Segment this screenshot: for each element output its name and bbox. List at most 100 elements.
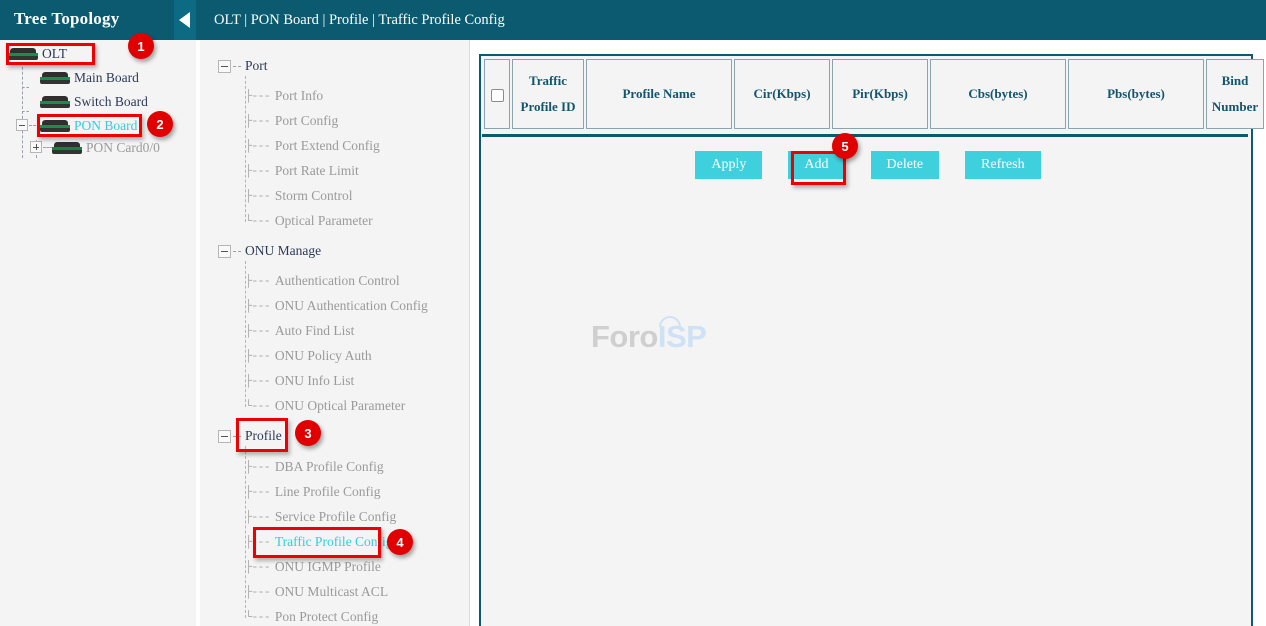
- top-breadcrumb-bar: OLT | PON Board | Profile | Traffic Prof…: [196, 0, 1266, 40]
- menu-item-bullet: ├---: [245, 164, 270, 178]
- menu-item-bullet: ├---: [245, 349, 270, 363]
- tree-expander-pon-card[interactable]: [30, 141, 42, 153]
- menu-item-optical-parameter[interactable]: └--- Optical Parameter: [245, 213, 373, 229]
- menu-item-label: Traffic Profile Config: [275, 534, 393, 550]
- menu-group-expander-icon[interactable]: [218, 430, 231, 443]
- menu-item-label: Port Config: [275, 113, 338, 129]
- traffic-profile-panel: Traffic Profile ID Profile Name Cir(Kbps…: [479, 54, 1253, 626]
- menu-item-line-profile-config[interactable]: ├--- Line Profile Config: [245, 484, 381, 500]
- tree-node-pon-board[interactable]: PON Board: [40, 115, 137, 137]
- menu-item-bullet: ├---: [245, 89, 270, 103]
- menu-group-expander-icon[interactable]: [218, 245, 231, 258]
- menu-item-label: Port Info: [275, 88, 323, 104]
- menu-item-port-extend-config[interactable]: ├--- Port Extend Config: [245, 138, 380, 154]
- menu-item-label: DBA Profile Config: [275, 459, 384, 475]
- sidebar-collapse-button[interactable]: [174, 0, 196, 40]
- menu-group-onu-manage[interactable]: ONU Manage: [218, 243, 321, 259]
- menu-item-traffic-profile-config[interactable]: ├--- Traffic Profile Config: [245, 534, 393, 550]
- menu-item-bullet: ├---: [245, 299, 270, 313]
- select-all-checkbox[interactable]: [491, 89, 504, 102]
- menu-group-dash: [233, 436, 241, 437]
- tree-node-main-board[interactable]: Main Board: [40, 67, 139, 89]
- tree-node-olt[interactable]: OLT: [8, 43, 67, 65]
- tree-node-pon-card[interactable]: PON Card0/0: [52, 137, 160, 159]
- main-content-area: Traffic Profile ID Profile Name Cir(Kbps…: [471, 40, 1266, 626]
- menu-item-label: ONU Optical Parameter: [275, 398, 405, 414]
- tree-topology-header: Tree Topology: [0, 0, 196, 40]
- delete-button[interactable]: Delete: [871, 151, 940, 179]
- menu-item-port-info[interactable]: ├--- Port Info: [245, 88, 323, 104]
- menu-item-port-rate-limit[interactable]: ├--- Port Rate Limit: [245, 163, 359, 179]
- caret-left-icon: [179, 12, 190, 28]
- apply-button[interactable]: Apply: [695, 151, 762, 179]
- table-header-cir: Cir(Kbps): [734, 59, 830, 129]
- table-header-checkbox-cell: [484, 59, 510, 129]
- menu-item-bullet: ├---: [245, 139, 270, 153]
- menu-item-onu-optical-parameter[interactable]: └--- ONU Optical Parameter: [245, 398, 405, 414]
- tree-expander-pon-board[interactable]: [16, 119, 28, 131]
- panel-inner: Traffic Profile ID Profile Name Cir(Kbps…: [481, 56, 1251, 626]
- watermark-text-isp: ISP: [658, 319, 706, 354]
- menu-item-onu-igmp-profile[interactable]: ├--- ONU IGMP Profile: [245, 559, 381, 575]
- menu-item-bullet: ├---: [245, 585, 270, 599]
- menu-item-service-profile-config[interactable]: ├--- Service Profile Config: [245, 509, 396, 525]
- menu-item-label: Storm Control: [275, 188, 353, 204]
- step-badge-2: 2: [147, 111, 173, 137]
- step-badge-4: 4: [387, 529, 413, 555]
- menu-item-bullet: ├---: [245, 510, 270, 524]
- tree-dash: [22, 111, 29, 112]
- menu-item-bullet: ├---: [245, 535, 270, 549]
- menu-group-label: Port: [245, 58, 268, 74]
- tree-topology-title: Tree Topology: [14, 9, 119, 29]
- action-button-row: Apply Add Delete Refresh: [481, 151, 1255, 179]
- refresh-button[interactable]: Refresh: [965, 151, 1041, 179]
- tree-topology-sidebar: Tree Topology OLT Main Boa: [0, 0, 196, 626]
- menu-group-dash: [233, 66, 241, 67]
- menu-item-bullet: └---: [245, 610, 270, 624]
- menu-item-onu-authentication-config[interactable]: ├--- ONU Authentication Config: [245, 298, 428, 314]
- menu-group-profile[interactable]: Profile: [218, 428, 282, 444]
- breadcrumb: OLT | PON Board | Profile | Traffic Prof…: [214, 12, 505, 29]
- menu-item-onu-info-list[interactable]: ├--- ONU Info List: [245, 373, 354, 389]
- device-olt-icon: [8, 48, 38, 61]
- menu-item-label: ONU Info List: [275, 373, 355, 389]
- menu-item-auto-find-list[interactable]: ├--- Auto Find List: [245, 323, 354, 339]
- menu-item-bullet: ├---: [245, 189, 270, 203]
- application-window: Tree Topology OLT Main Boa: [0, 0, 1266, 626]
- menu-item-authentication-control[interactable]: ├--- Authentication Control: [245, 273, 400, 289]
- table-header-bind-number: Bind Number: [1206, 59, 1264, 129]
- wifi-arc-icon: [659, 316, 681, 327]
- menu-item-dba-profile-config[interactable]: ├--- DBA Profile Config: [245, 459, 384, 475]
- menu-item-bullet: └---: [245, 399, 270, 413]
- menu-item-onu-policy-auth[interactable]: ├--- ONU Policy Auth: [245, 348, 372, 364]
- menu-item-onu-multicast-acl[interactable]: ├--- ONU Multicast ACL: [245, 584, 388, 600]
- menu-item-bullet: ├---: [245, 560, 270, 574]
- traffic-profile-table: Traffic Profile ID Profile Name Cir(Kbps…: [482, 57, 1266, 131]
- tree-node-switch-board[interactable]: Switch Board: [40, 91, 148, 113]
- step-badge-3: 3: [295, 420, 321, 446]
- device-card-icon: [52, 142, 82, 155]
- menu-item-label: Port Rate Limit: [275, 163, 359, 179]
- menu-item-label: ONU Policy Auth: [275, 348, 372, 364]
- menu-item-bullet: ├---: [245, 374, 270, 388]
- menu-item-label: Pon Protect Config: [275, 609, 379, 625]
- header-line-2: Number: [1212, 99, 1258, 114]
- tree-node-label: Switch Board: [74, 91, 148, 113]
- menu-item-bullet: ├---: [245, 274, 270, 288]
- menu-item-label: ONU Authentication Config: [275, 298, 428, 314]
- tree-node-label: Main Board: [74, 67, 139, 89]
- menu-group-dash: [233, 251, 241, 252]
- menu-item-bullet: ├---: [245, 114, 270, 128]
- tree-dash: [29, 125, 40, 126]
- menu-item-port-config[interactable]: ├--- Port Config: [245, 113, 338, 129]
- menu-item-bullet: ├---: [245, 485, 270, 499]
- header-line-1: Traffic: [529, 73, 567, 88]
- menu-item-storm-control[interactable]: ├--- Storm Control: [245, 188, 352, 204]
- tree-node-label: PON Card0/0: [86, 137, 160, 159]
- menu-item-bullet: ├---: [245, 460, 270, 474]
- step-badge-1: 1: [128, 33, 154, 59]
- menu-group-expander-icon[interactable]: [218, 60, 231, 73]
- menu-item-pon-protect-config[interactable]: └--- Pon Protect Config: [245, 609, 378, 625]
- table-header-traffic-profile-id: Traffic Profile ID: [512, 59, 584, 129]
- menu-group-port[interactable]: Port: [218, 58, 268, 74]
